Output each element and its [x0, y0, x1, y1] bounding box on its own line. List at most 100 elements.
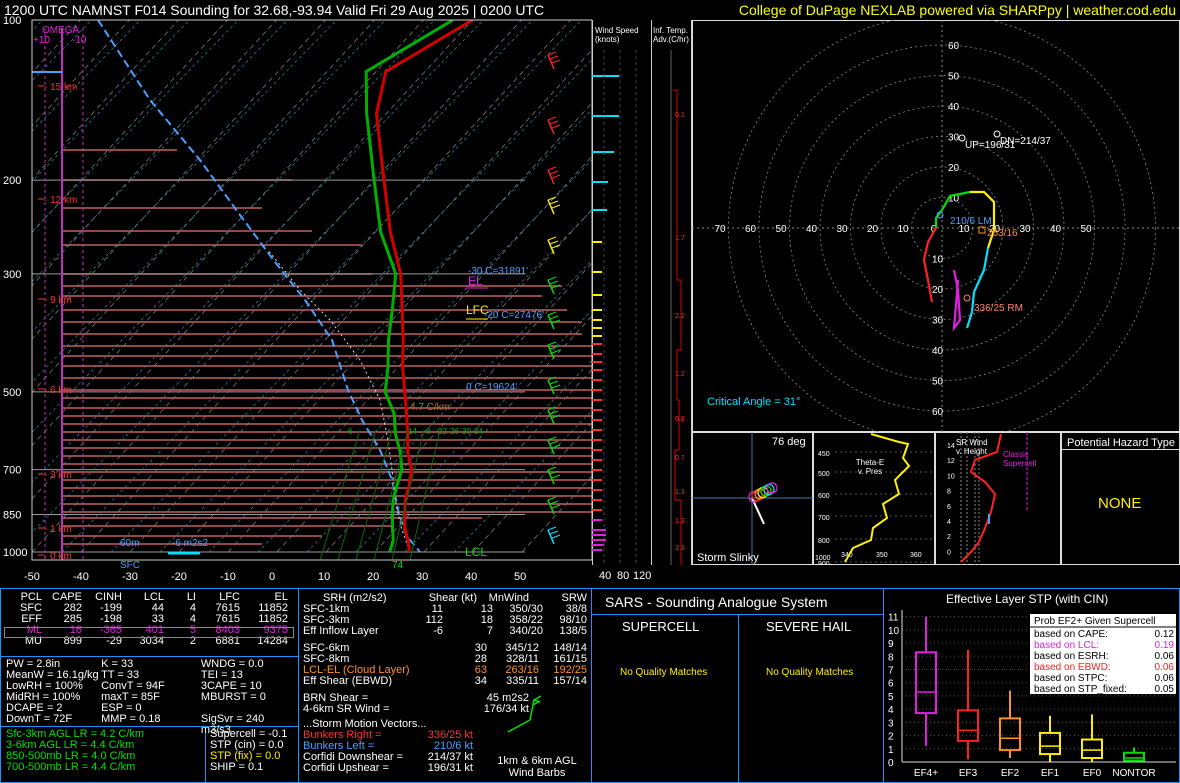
stp-legend-label: based on LCL:	[1034, 640, 1099, 651]
comp-3: SHIP = 0.1	[210, 761, 264, 773]
hodo-x-label: 70	[714, 224, 726, 235]
kin-row: Eff Shear (EBWD) 34 335/11 157/14	[303, 676, 589, 687]
height-label: - 1 km	[44, 524, 72, 535]
lapse-rate-label: 8	[426, 427, 431, 436]
stp-legend-value: 0.05	[1155, 684, 1175, 695]
kin-cell: Corfidi Upshear =	[303, 762, 389, 774]
advection-value: 0.1	[675, 112, 685, 119]
mean-wind-label: 263/16	[987, 228, 1018, 239]
temp-advection-plot: 0.1 1.7 2.2 1.2 0.8 0.7 1.3 1.3 3.3	[670, 50, 685, 565]
pressure-tick-label: 200	[3, 175, 21, 187]
kin-cell: Eff Shear (EBWD)	[303, 675, 393, 687]
kin-cell: 196/31 kt	[427, 762, 473, 774]
wind-tick-120: 120	[633, 570, 652, 582]
kin-cell: 138/5	[559, 625, 587, 637]
temp-tick-label: 50	[514, 571, 526, 583]
lapse-rate-label: 6	[348, 427, 353, 436]
advection-value: 1.3	[675, 489, 685, 496]
index-cell: MMP = 0.18	[101, 713, 161, 725]
parcel-row: SFC 282 -199 44 4 7615 11852	[6, 603, 294, 614]
pressure-tick-label: 100	[3, 15, 21, 27]
divider-2	[591, 588, 592, 783]
height-label: - 9 km	[44, 295, 72, 306]
sr-wind-tick: 6	[947, 504, 951, 511]
credit-text: College of DuPage NEXLAB powered via SHA…	[738, 2, 1176, 18]
sr-wind-title: SR Wind v. Height	[956, 438, 988, 456]
hodo-y-label: 50	[948, 72, 960, 83]
stp-legend-label: based on STPC:	[1034, 673, 1107, 684]
critical-angle: Critical Angle = 31°	[707, 396, 801, 408]
theta-xtick-label: 360	[910, 552, 922, 559]
hazard-value: NONE	[1098, 495, 1142, 512]
hodo-x-label: 40	[1050, 224, 1062, 235]
hodo-y-label: 40	[932, 346, 944, 357]
stp-y-tick: 4	[888, 705, 894, 716]
theta-tick-label: 450	[818, 451, 830, 458]
stp-legend-label: based on STP_fixed:	[1034, 684, 1127, 695]
lapse-line	[355, 429, 393, 560]
sr-wind-tick: 10	[947, 473, 955, 480]
index-cell: SigSvr = 240 m3/s3	[200, 713, 265, 736]
wind-tick-80: 80	[617, 570, 630, 582]
hodo-x-label: 30	[1019, 224, 1031, 235]
stp-y-tick: 0	[888, 758, 894, 769]
stp-box-ef3	[957, 709, 979, 742]
theta-xtick-label: 350	[876, 552, 888, 559]
hodo-x-label: 30	[836, 224, 848, 235]
sr-wind-tick: 8	[947, 489, 951, 496]
kin-cell: 7	[486, 625, 493, 637]
temp-tick-label: -20	[171, 571, 187, 583]
index-row: DownT = 72F MMP = 0.18 SigSvr = 240 m3/s3	[6, 713, 296, 736]
lapse-line	[409, 429, 441, 560]
hodo-y-label: 50	[932, 377, 944, 388]
hodo-y-label: 20	[948, 163, 960, 174]
stp-box-chart: 0 1 2 3 4 5 6 7 8 9 10 11 EF4+ EF3 EF2 EF1 EF0 NONTOR Prob…	[888, 610, 1176, 779]
lapse-3: 700-500mb LR = 4.4 C/km	[6, 761, 136, 773]
theta-tick-label: 700	[818, 515, 830, 522]
kin-cell: Eff Inflow Layer	[303, 625, 379, 637]
stp-y-tick: 1	[888, 745, 894, 756]
kinematics-table: SRH (m2/s2) Shear (kt) MnWind SRW SFC-1km 11 1…	[303, 593, 589, 774]
theta-e-line	[844, 433, 911, 563]
stp-category-label: EF1	[1041, 768, 1060, 779]
hodo-y-label: 40	[948, 102, 960, 113]
sfc-label: SFC	[120, 560, 140, 571]
hodo-x-label: 50	[1080, 224, 1092, 235]
stp-legend-value: 0.19	[1155, 640, 1175, 651]
hodo-y-label: 60	[948, 41, 960, 52]
hodo-x-label: 50	[775, 224, 787, 235]
hodo-trace	[952, 269, 962, 332]
stp-legend-title: Prob EF2+ Given Supercell	[1034, 616, 1155, 627]
divider-parcels	[0, 656, 298, 657]
hodo-x-label: 40	[806, 224, 818, 235]
pressure-tick-label: 500	[3, 387, 21, 399]
sr-wind-tick: 0	[947, 549, 951, 556]
advection-value: 3.3	[675, 545, 685, 552]
sr-wind-tick: 14	[947, 443, 955, 450]
height-label: - 15 km	[44, 82, 77, 93]
level-label: LCL	[465, 545, 487, 559]
sars-hail-result: No Quality Matches	[766, 667, 854, 678]
agl-wind-barbs	[507, 695, 542, 733]
level-label: 0 C=19624'	[466, 382, 517, 393]
lapse-rate-label: 34	[474, 427, 483, 436]
temp-tick-label: 0	[269, 571, 275, 583]
pressure-tick-label: 700	[3, 465, 21, 477]
temp-tick-label: 20	[367, 571, 379, 583]
stp-legend-value: 0.06	[1155, 662, 1175, 673]
sr-wind-plot: 14 12 10 8 6 4 2 0	[947, 432, 1028, 565]
hodo-x-label: 20	[867, 224, 879, 235]
hazard-divider	[1061, 449, 1180, 450]
theta-tick-label: 800	[818, 538, 830, 545]
hodograph: 70 60 50 40 30 20 10 0 10 20 30 40 50605040302010102…	[692, 20, 1180, 432]
downshear-label: DN=214/37	[1000, 136, 1051, 147]
level-label: EL	[468, 274, 483, 288]
sfc-temp: 74	[392, 560, 404, 571]
stp-legend-label: based on ESRH:	[1034, 651, 1109, 662]
height-label: - 3 km	[44, 470, 72, 481]
hazard-title: Potential Hazard Type	[1067, 437, 1176, 449]
storm-slinky-plot	[692, 432, 813, 565]
lapse-rate-label: 30	[462, 427, 471, 436]
ml-row-highlight	[4, 627, 294, 638]
parcel-header: PCL CAPE CINH LCL LI LFC EL	[6, 592, 294, 603]
